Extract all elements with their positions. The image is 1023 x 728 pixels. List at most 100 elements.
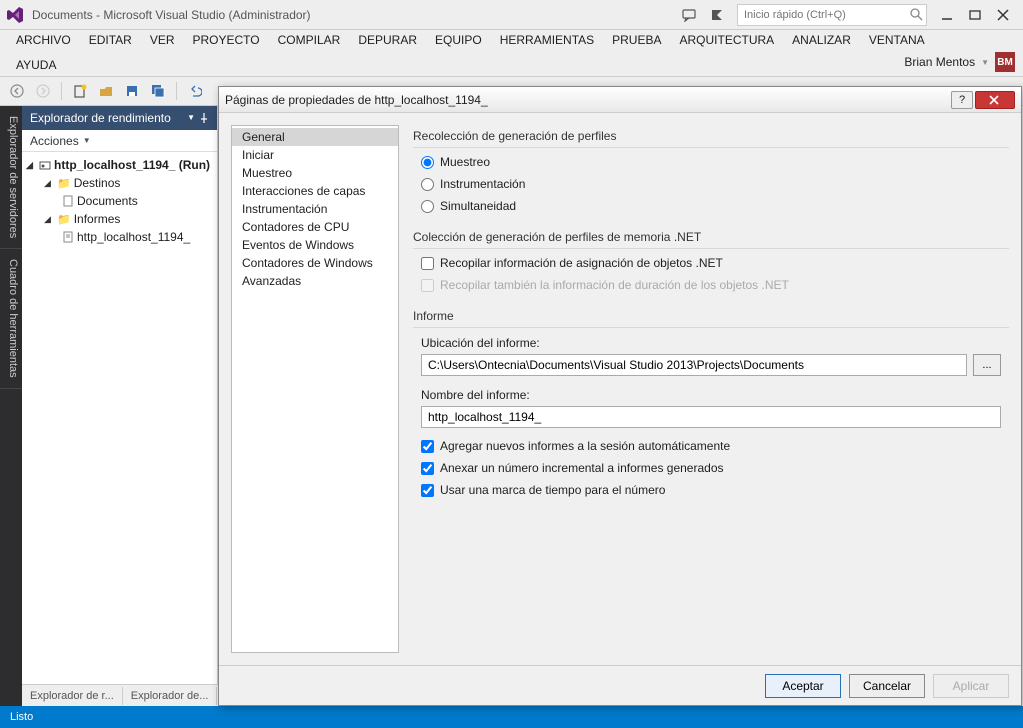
check-auto-add-label: Agregar nuevos informes a la sesión auto…	[440, 439, 730, 453]
save-button[interactable]	[121, 80, 143, 102]
tree: ◢ http_localhost_1194_ (Run) ◢ 📁 Destino…	[22, 152, 217, 250]
bottom-tab-1[interactable]: Explorador de r...	[22, 687, 123, 705]
status-text: Listo	[10, 711, 33, 723]
dialog-close-button[interactable]	[975, 91, 1015, 109]
bottom-tab-2[interactable]: Explorador de...	[123, 687, 218, 705]
check-increment-row[interactable]: Anexar un número incremental a informes …	[413, 458, 1009, 478]
check-lifetime-row: Recopilar también la información de dura…	[413, 275, 1009, 295]
flag-icon[interactable]	[705, 3, 729, 27]
category-avanzadas[interactable]: Avanzadas	[232, 272, 398, 290]
category-instrumentacion[interactable]: Instrumentación	[232, 200, 398, 218]
category-general[interactable]: General	[232, 128, 398, 146]
browse-button[interactable]: ...	[973, 354, 1001, 376]
location-input[interactable]	[421, 354, 967, 376]
forward-button[interactable]	[32, 80, 54, 102]
check-timestamp-label: Usar una marca de tiempo para el número	[440, 483, 665, 497]
side-tab-toolbox[interactable]: Cuadro de herramientas	[0, 249, 22, 389]
side-tab-server-explorer[interactable]: Explorador de servidores	[0, 106, 22, 249]
menu-archivo[interactable]: ARCHIVO	[8, 30, 79, 50]
feedback-icon[interactable]	[677, 3, 701, 27]
menubar: ARCHIVO EDITAR VER PROYECTO COMPILAR DEP…	[0, 30, 1023, 54]
panel-header: Explorador de rendimiento ▼	[22, 106, 217, 130]
check-timestamp[interactable]	[421, 484, 434, 497]
menu-arquitectura[interactable]: ARQUITECTURA	[672, 30, 783, 50]
category-contadores-win[interactable]: Contadores de Windows	[232, 254, 398, 272]
panel-pin-icon[interactable]	[199, 113, 209, 123]
radio-simultaneidad[interactable]	[421, 200, 434, 213]
side-tabs: Explorador de servidores Cuadro de herra…	[0, 106, 22, 706]
maximize-button[interactable]	[963, 3, 987, 27]
menu-equipo[interactable]: EQUIPO	[427, 30, 490, 50]
minimize-button[interactable]	[935, 3, 959, 27]
tree-node-targets[interactable]: ◢ 📁 Destinos	[22, 174, 217, 192]
menu-prueba[interactable]: PRUEBA	[604, 30, 669, 50]
menu-analizar[interactable]: ANALIZAR	[784, 30, 859, 50]
group-memory-label: Colección de generación de perfiles de m…	[413, 228, 1009, 246]
radio-instrumentacion-row[interactable]: Instrumentación	[413, 174, 1009, 194]
titlebar: Documents - Microsoft Visual Studio (Adm…	[0, 0, 1023, 30]
check-timestamp-row[interactable]: Usar una marca de tiempo para el número	[413, 480, 1009, 500]
cancel-button[interactable]: Cancelar	[849, 674, 925, 698]
radio-simultaneidad-row[interactable]: Simultaneidad	[413, 196, 1009, 216]
menu-editar[interactable]: EDITAR	[81, 30, 140, 50]
actions-label: Acciones	[30, 134, 79, 148]
ok-button[interactable]: Aceptar	[765, 674, 841, 698]
expand-icon[interactable]: ◢	[44, 214, 54, 225]
new-button[interactable]	[69, 80, 91, 102]
tree-leaf-documents[interactable]: Documents	[22, 192, 217, 210]
report-icon	[62, 231, 74, 243]
radio-muestreo-row[interactable]: Muestreo	[413, 152, 1009, 172]
performance-explorer-panel: Explorador de rendimiento ▼ Acciones ▼ ◢…	[22, 106, 218, 706]
tree-root[interactable]: ◢ http_localhost_1194_ (Run)	[22, 156, 217, 174]
expand-icon[interactable]: ◢	[26, 160, 36, 171]
tree-root-label: http_localhost_1194_ (Run)	[54, 158, 210, 172]
close-button[interactable]	[991, 3, 1015, 27]
menu-depurar[interactable]: DEPURAR	[350, 30, 425, 50]
category-iniciar[interactable]: Iniciar	[232, 146, 398, 164]
check-auto-add-row[interactable]: Agregar nuevos informes a la sesión auto…	[413, 436, 1009, 456]
menu-ayuda[interactable]: AYUDA	[8, 55, 64, 75]
category-eventos[interactable]: Eventos de Windows	[232, 236, 398, 254]
back-button[interactable]	[6, 80, 28, 102]
menu-ver[interactable]: VER	[142, 30, 183, 50]
report-name-input[interactable]	[421, 406, 1001, 428]
tree-leaf-report[interactable]: http_localhost_1194_	[22, 228, 217, 246]
tree-report-label: http_localhost_1194_	[77, 230, 190, 244]
menu-ventana[interactable]: VENTANA	[861, 30, 933, 50]
user-name[interactable]: Brian Mentos	[904, 55, 975, 69]
undo-button[interactable]	[184, 80, 206, 102]
check-auto-add[interactable]	[421, 440, 434, 453]
panel-title: Explorador de rendimiento	[30, 111, 171, 125]
folder-icon: 📁	[57, 213, 71, 226]
apply-button[interactable]: Aplicar	[933, 674, 1009, 698]
category-capas[interactable]: Interacciones de capas	[232, 182, 398, 200]
quick-launch[interactable]	[737, 4, 927, 26]
menu-proyecto[interactable]: PROYECTO	[185, 30, 268, 50]
radio-muestreo[interactable]	[421, 156, 434, 169]
statusbar: Listo	[0, 706, 1023, 728]
search-input[interactable]	[737, 4, 927, 26]
category-cpu[interactable]: Contadores de CPU	[232, 218, 398, 236]
check-increment-label: Anexar un número incremental a informes …	[440, 461, 724, 475]
radio-instrumentacion[interactable]	[421, 178, 434, 191]
panel-dropdown-icon[interactable]: ▼	[187, 113, 195, 123]
category-muestreo[interactable]: Muestreo	[232, 164, 398, 182]
expand-icon[interactable]: ◢	[44, 178, 54, 189]
user-badge[interactable]: BM	[995, 52, 1015, 72]
save-all-button[interactable]	[147, 80, 169, 102]
open-button[interactable]	[95, 80, 117, 102]
tree-targets-label: Destinos	[74, 176, 121, 190]
category-list: General Iniciar Muestreo Interacciones d…	[231, 125, 399, 653]
check-alloc[interactable]	[421, 257, 434, 270]
check-alloc-row[interactable]: Recopilar información de asignación de o…	[413, 253, 1009, 273]
chevron-down-icon: ▼	[83, 136, 91, 145]
bottom-tabs: Explorador de r... Explorador de...	[22, 684, 218, 706]
tree-node-reports[interactable]: ◢ 📁 Informes	[22, 210, 217, 228]
actions-bar[interactable]: Acciones ▼	[22, 130, 217, 152]
check-increment[interactable]	[421, 462, 434, 475]
check-lifetime	[421, 279, 434, 292]
user-dropdown-icon[interactable]: ▼	[981, 58, 989, 67]
menu-herramientas[interactable]: HERRAMIENTAS	[492, 30, 602, 50]
dialog-help-button[interactable]: ?	[951, 91, 973, 109]
menu-compilar[interactable]: COMPILAR	[270, 30, 349, 50]
